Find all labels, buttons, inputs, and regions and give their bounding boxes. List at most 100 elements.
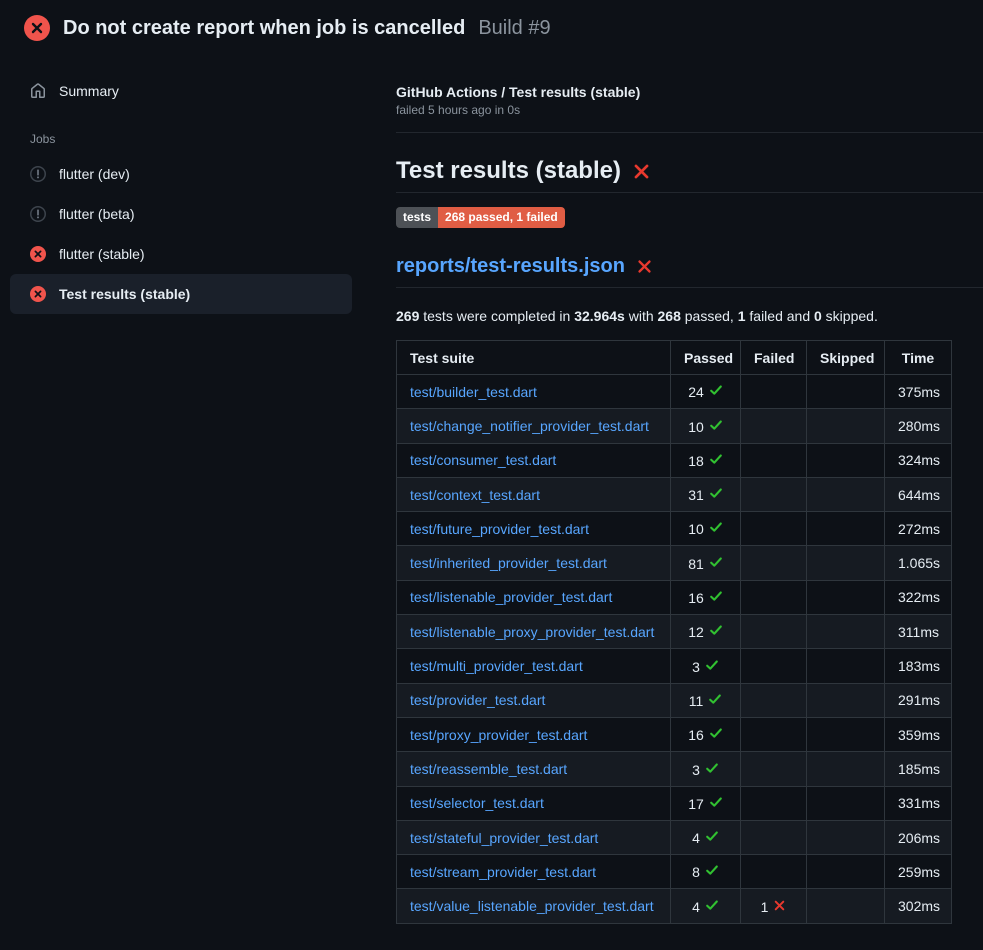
summary-segment: 1 [738,308,746,324]
summary-segment: 269 [396,308,419,324]
check-icon [705,760,719,780]
suite-link[interactable]: test/context_test.dart [410,487,540,503]
table-row: test/future_provider_test.dart 10 272ms [397,512,952,546]
failed-cell [741,855,807,889]
table-row: test/provider_test.dart 11 291ms [397,683,952,717]
passed-cell: 17 [671,786,741,820]
suite-link[interactable]: test/proxy_provider_test.dart [410,727,587,743]
table-row: test/proxy_provider_test.dart16359ms [397,717,952,751]
suite-link[interactable]: test/change_notifier_provider_test.dart [410,418,649,434]
failed-status-icon [30,286,46,302]
run-header: Do not create report when job is cancell… [0,0,983,54]
suite-link[interactable]: test/provider_test.dart [410,692,545,708]
failed-cell [741,615,807,649]
skipped-cell [807,717,885,751]
suite-cell: test/selector_test.dart [397,786,671,820]
passed-count: 3 [692,657,700,677]
passed-cell: 4 [671,889,741,923]
skipped-cell [807,820,885,854]
table-row: test/value_listenable_provider_test.dart… [397,889,952,923]
report-section-title: Test results (stable) [396,157,983,193]
table-row: test/inherited_provider_test.dart811.065… [397,546,952,580]
suite-link[interactable]: test/stateful_provider_test.dart [410,830,598,846]
report-file-link[interactable]: reports/test-results.json [396,255,625,278]
suite-cell: test/value_listenable_provider_test.dart [397,889,671,923]
suite-link[interactable]: test/stream_provider_test.dart [410,864,596,880]
time-cell: 324ms [885,443,952,477]
passed-cell: 3 [671,752,741,786]
suite-link[interactable]: test/listenable_provider_test.dart [410,589,612,605]
failed-x-icon [632,162,651,181]
skipped-cell [807,649,885,683]
suite-link[interactable]: test/consumer_test.dart [410,452,556,468]
summary-segment: with [625,308,658,324]
passed-cell: 10 [671,512,741,546]
check-icon [709,451,723,471]
report-section-title-text: Test results (stable) [396,157,621,185]
test-results-table: Test suitePassedFailedSkippedTime test/b… [396,340,952,924]
sidebar-item-flutter-beta[interactable]: flutter (beta) [10,194,352,234]
workflow-status-text: failed 5 hours ago in 0s [396,103,983,117]
skipped-cell [807,546,885,580]
passed-cell: 24 [671,375,741,409]
table-row: test/listenable_provider_test.dart16322m… [397,580,952,614]
suite-link[interactable]: test/selector_test.dart [410,795,544,811]
suite-link[interactable]: test/builder_test.dart [410,384,537,400]
suite-cell: test/inherited_provider_test.dart [397,546,671,580]
skipped-cell [807,855,885,889]
passed-cell: 11 [671,683,741,717]
failed-x-icon [636,258,653,275]
jobs-section-heading: Jobs [30,132,372,146]
sidebar-item-label: flutter (stable) [59,246,145,262]
suite-link[interactable]: test/inherited_provider_test.dart [410,555,607,571]
summary-line: 269 tests were completed in 32.964s with… [396,308,983,324]
table-row: test/multi_provider_test.dart3183ms [397,649,952,683]
suite-link[interactable]: test/multi_provider_test.dart [410,658,583,674]
table-row: test/selector_test.dart 17 331ms [397,786,952,820]
skipped-cell [807,477,885,511]
check-icon [705,862,719,882]
skipped-cell [807,683,885,717]
suite-link[interactable]: test/reassemble_test.dart [410,761,567,777]
suite-link[interactable]: test/future_provider_test.dart [410,521,589,537]
sidebar-item-test-results-stable[interactable]: Test results (stable) [10,274,352,314]
summary-segment: tests were completed in [419,308,574,324]
failed-count: 1 [761,897,769,917]
check-icon [709,794,723,814]
skipped-cell [807,615,885,649]
summary-segment: 268 [658,308,681,324]
sidebar-item-flutter-stable[interactable]: flutter (stable) [10,234,352,274]
suite-cell: test/stateful_provider_test.dart [397,820,671,854]
passed-count: 12 [688,622,704,642]
passed-count: 17 [688,794,704,814]
column-header-passed: Passed [671,341,741,375]
skipped-cell [807,409,885,443]
failed-cell [741,683,807,717]
suite-cell: test/stream_provider_test.dart [397,855,671,889]
sidebar-item-summary[interactable]: Summary [10,71,352,111]
table-row: test/reassemble_test.dart3185ms [397,752,952,786]
skipped-cell [807,889,885,923]
sidebar-item-flutter-dev[interactable]: flutter (dev) [10,154,352,194]
column-header-failed: Failed [741,341,807,375]
main-panel: GitHub Actions / Test results (stable) f… [396,54,983,924]
failed-cell [741,477,807,511]
suite-link[interactable]: test/listenable_proxy_provider_test.dart [410,624,654,640]
time-cell: 272ms [885,512,952,546]
failed-cell [741,409,807,443]
failed-cell: 1 [741,889,807,923]
failed-cell [741,546,807,580]
check-icon [709,554,723,574]
suite-link[interactable]: test/value_listenable_provider_test.dart [410,898,654,914]
time-cell: 291ms [885,683,952,717]
skipped-cell [807,512,885,546]
table-row: test/consumer_test.dart18324ms [397,443,952,477]
cross-icon [773,897,786,917]
time-cell: 331ms [885,786,952,820]
passed-cell: 31 [671,477,741,511]
passed-count: 4 [692,897,700,917]
workflow-breadcrumb: GitHub Actions / Test results (stable) [396,84,983,100]
failed-cell [741,786,807,820]
sidebar: Summary Jobs flutter (dev)flutter (beta)… [0,54,396,314]
passed-count: 81 [688,554,704,574]
